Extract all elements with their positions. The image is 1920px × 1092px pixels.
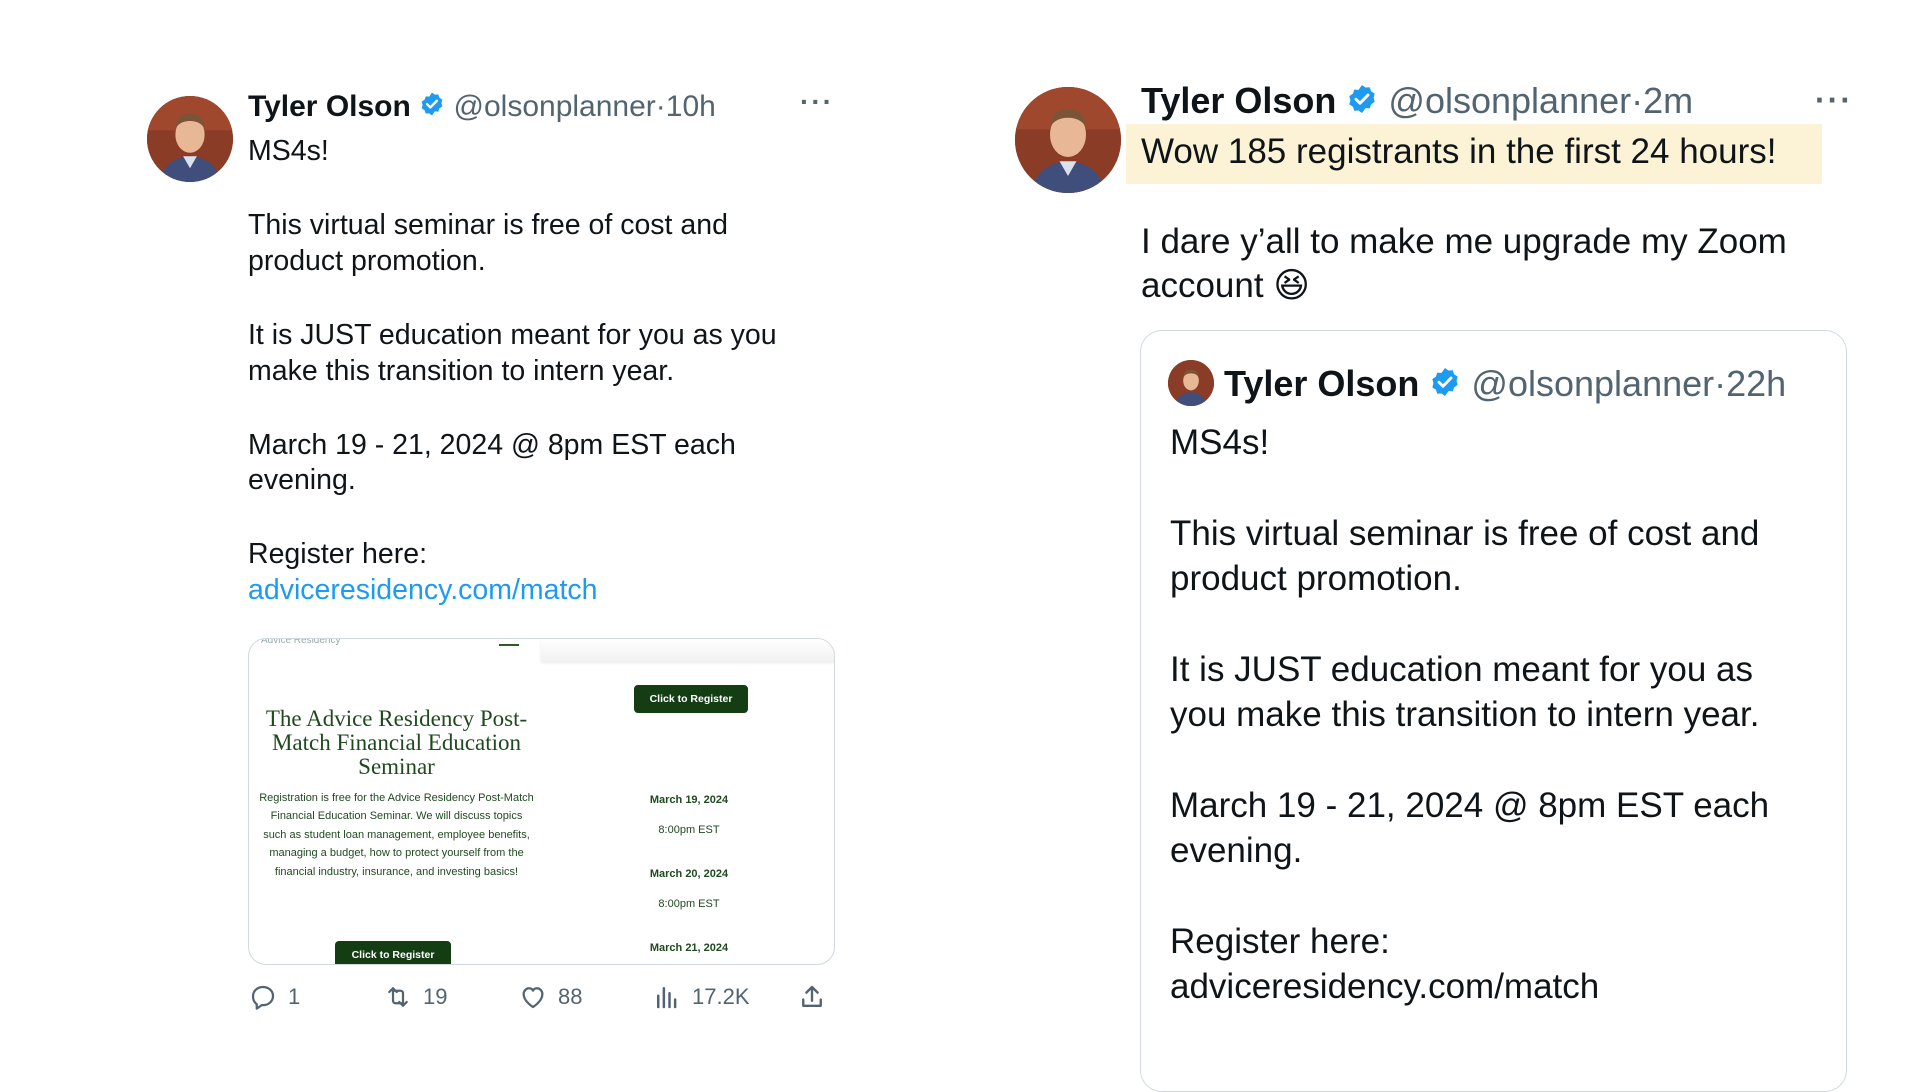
card-title: The Advice Residency Post-Match Financia… [265,706,528,780]
link-preview-card[interactable]: Advice Residency The Advice Residency Po… [248,638,835,965]
retweet-button[interactable]: 19 [383,982,447,1012]
card-date: March 20, 2024 [649,868,729,880]
tweet-paragraph: MS4s! [1170,423,1270,462]
reply-icon [251,985,275,1010]
analytics-icon [657,987,677,1009]
retweet-count: 19 [423,984,448,1009]
avatar[interactable] [1015,87,1121,193]
more-options-icon[interactable]: ··· [1815,82,1853,119]
card-time: 8:00pm EST [658,898,720,910]
card-divider [499,644,519,646]
avatar[interactable] [147,96,233,182]
share-icon [802,985,822,1007]
share-button[interactable] [797,982,837,1012]
tweet-paragraph: It is JUST education meant for you as yo… [1170,649,1760,735]
separator: · [1631,80,1644,121]
tweet-text: MS4s! This virtual seminar is free of co… [248,134,808,609]
author-name: Tyler Olson [1224,363,1420,404]
author-handle[interactable]: @olsonplanner [1388,80,1631,121]
card-description: Registration is free for the Advice Resi… [259,792,534,878]
verified-badge-icon [1429,365,1461,407]
author-handle[interactable]: @olsonplanner [454,90,656,123]
tweet-paragraph: MS4s! [248,135,329,167]
like-button[interactable]: 88 [518,982,582,1012]
tweet-paragraph: This virtual seminar is free of cost and… [1170,513,1760,599]
author-name[interactable]: Tyler Olson [248,90,411,123]
tweet-paragraph: adviceresidency.com/match [1170,967,1600,1006]
quoted-tweet-header: Tyler Olson @olsonplanner·22h [1224,363,1786,407]
tweet-paragraph: I dare y’all to make me upgrade my Zoom … [1141,222,1787,306]
author-name[interactable]: Tyler Olson [1141,80,1336,121]
tweet-paragraph: This virtual seminar is free of cost and… [248,208,728,277]
tweet-paragraph: Register here: [248,538,428,571]
separator: · [655,90,666,123]
heart-icon [522,987,544,1009]
highlighted-text: Wow 185 registrants in the first 24 hour… [1141,132,1777,171]
reply-count: 1 [288,984,301,1009]
tweet-header: Tyler Olson @olsonplanner·10h [248,90,716,125]
click-to-register-button[interactable]: Click to Register [335,941,451,964]
retweet-icon [388,987,408,1007]
more-options-icon[interactable]: ··· [800,86,834,118]
verified-badge-icon [419,91,445,125]
quoted-tweet-text: MS4s! This virtual seminar is free of co… [1170,420,1810,1010]
tweet-text: I dare y’all to make me upgrade my Zoom … [1141,220,1821,308]
tweet-paragraph: March 19 - 21, 2024 @ 8pm EST each eveni… [248,428,736,497]
view-count: 17.2K [692,984,750,1009]
click-to-register-button[interactable]: Click to Register [634,685,748,713]
laughing-emoji-icon: 😆 [1273,266,1310,306]
verified-badge-icon [1346,82,1378,124]
card-site-header: Advice Residency [261,638,341,646]
avatar [1168,360,1214,406]
card-date: March 21, 2024 [649,942,729,954]
like-count: 88 [558,984,583,1009]
tweet-header: Tyler Olson @olsonplanner·2m [1141,80,1693,124]
timestamp[interactable]: 2m [1643,80,1693,121]
card-date: March 19, 2024 [649,794,729,806]
reply-button[interactable]: 1 [248,982,300,1012]
timestamp: 22h [1726,363,1787,404]
separator: · [1714,363,1727,404]
register-link[interactable]: adviceresidency.com/match [248,573,808,609]
card-time: 8:00pm EST [658,824,720,836]
views-button[interactable]: 17.2K [652,982,750,1012]
tweet-paragraph: It is JUST education meant for you as yo… [248,318,777,387]
author-handle: @olsonplanner [1471,363,1715,404]
tweet-paragraph: March 19 - 21, 2024 @ 8pm EST each eveni… [1170,785,1770,871]
card-top-strip [541,639,834,661]
timestamp[interactable]: 10h [666,90,716,123]
tweet-paragraph: Register here: [1170,921,1390,961]
